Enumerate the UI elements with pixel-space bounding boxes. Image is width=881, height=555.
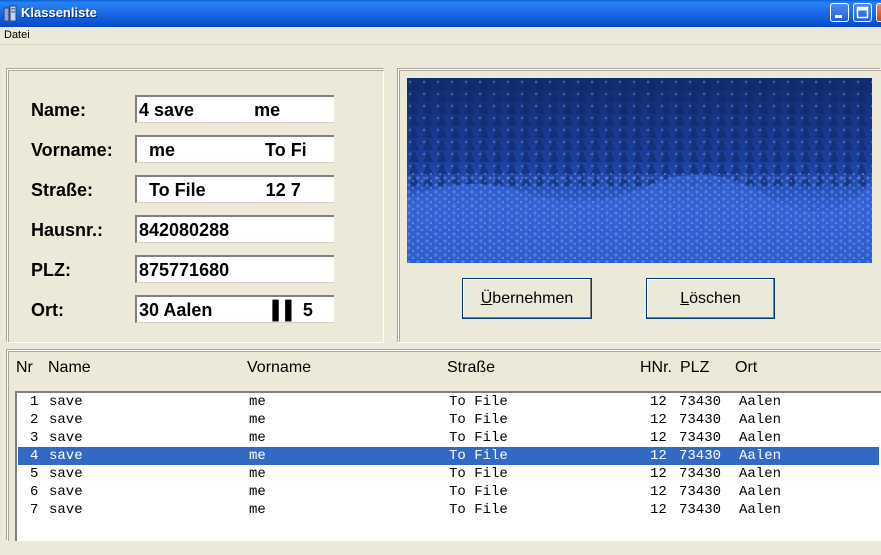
- minimize-button[interactable]: [830, 3, 849, 22]
- cell-nr: 2: [30, 412, 39, 428]
- cell-name: save: [49, 412, 83, 428]
- cell-vorname: me: [249, 430, 266, 446]
- cell-strasse: To File: [449, 394, 508, 410]
- list-item[interactable]: 2 save me To File 12 73430 Aalen: [18, 411, 879, 429]
- cell-plz: 73430: [679, 394, 722, 410]
- cell-vorname: me: [249, 412, 266, 428]
- loeschen-button[interactable]: Löschen: [646, 278, 775, 319]
- list-item[interactable]: 6 save me To File 12 73430 Aalen: [18, 483, 879, 501]
- cell-plz: 73430: [679, 412, 722, 428]
- cell-vorname: me: [249, 466, 266, 482]
- header-name: Name: [48, 359, 91, 376]
- cell-ort: Aalen: [739, 484, 782, 500]
- header-strasse: Straße: [447, 359, 496, 376]
- menu-datei[interactable]: Datei: [4, 29, 30, 41]
- cell-hnr: 12: [650, 430, 667, 446]
- snowy-forest-image: [407, 78, 872, 263]
- student-listbox[interactable]: 1 save me To File 12 73430 Aalen 2 save me To Fil…: [15, 391, 881, 541]
- cell-nr: 5: [30, 466, 39, 482]
- uebernehmen-button[interactable]: Übernehmen: [462, 278, 592, 319]
- cell-strasse: To File: [449, 448, 508, 464]
- header-plz: PLZ: [680, 359, 710, 376]
- cell-vorname: me: [249, 394, 266, 410]
- close-button[interactable]: [876, 3, 881, 22]
- cell-nr: 6: [30, 484, 39, 500]
- cell-plz: 73430: [679, 430, 722, 446]
- name-field[interactable]: 4 save me: [135, 95, 334, 123]
- cell-ort: Aalen: [739, 412, 782, 428]
- cell-hnr: 12: [650, 466, 667, 482]
- cell-name: save: [49, 394, 83, 410]
- ort-field[interactable]: 30 Aalen ▌▌ 5: [135, 295, 334, 323]
- cell-plz: 73430: [679, 466, 722, 482]
- cell-vorname: me: [249, 448, 266, 464]
- plz-field[interactable]: 875771680: [135, 255, 334, 283]
- strasse-label: Straße:: [31, 180, 94, 200]
- strasse-field[interactable]: To File 12 7: [135, 175, 334, 203]
- hausnr-label: Hausnr.:: [31, 220, 104, 240]
- cell-nr: 3: [30, 430, 39, 446]
- hausnr-field[interactable]: 842080288: [135, 215, 334, 243]
- cell-ort: Aalen: [739, 430, 782, 446]
- cell-hnr: 12: [650, 448, 667, 464]
- cell-plz: 73430: [679, 448, 722, 464]
- header-vorname: Vorname: [247, 359, 312, 376]
- maximize-button[interactable]: [853, 3, 872, 22]
- list-item[interactable]: 5 save me To File 12 73430 Aalen: [18, 465, 879, 483]
- cell-hnr: 12: [650, 394, 667, 410]
- menu-bar: Datei: [0, 27, 881, 45]
- cell-nr: 4: [30, 448, 39, 464]
- ort-label: Ort:: [31, 300, 64, 320]
- cell-name: save: [49, 466, 83, 482]
- vorname-label: Vorname:: [31, 140, 113, 160]
- cell-ort: Aalen: [739, 466, 782, 482]
- forest-picture: [407, 78, 872, 263]
- cell-ort: Aalen: [739, 394, 782, 410]
- list-item[interactable]: 7 save me To File 12 73430 Aalen: [18, 501, 879, 519]
- building-icon: [3, 5, 17, 21]
- cell-name: save: [49, 484, 83, 500]
- cell-ort: Aalen: [739, 502, 782, 518]
- cell-vorname: me: [249, 484, 266, 500]
- cell-vorname: me: [249, 502, 266, 518]
- cell-strasse: To File: [449, 466, 508, 482]
- title-bar[interactable]: Klassenliste: [0, 0, 881, 27]
- cell-nr: 7: [30, 502, 39, 518]
- header-ort: Ort: [735, 359, 758, 376]
- window-title: Klassenliste: [21, 5, 97, 20]
- cell-nr: 1: [30, 394, 39, 410]
- list-item[interactable]: 3 save me To File 12 73430 Aalen: [18, 429, 879, 447]
- cell-strasse: To File: [449, 412, 508, 428]
- cell-hnr: 12: [650, 412, 667, 428]
- plz-label: PLZ:: [31, 260, 71, 280]
- cell-ort: Aalen: [739, 448, 782, 464]
- cell-strasse: To File: [449, 430, 508, 446]
- cell-strasse: To File: [449, 502, 508, 518]
- list-item-selected[interactable]: 4 save me To File 12 73430 Aalen: [18, 447, 879, 465]
- cell-name: save: [49, 448, 83, 464]
- cell-hnr: 12: [650, 484, 667, 500]
- cell-plz: 73430: [679, 502, 722, 518]
- minimize-icon: [835, 15, 842, 18]
- cell-name: save: [49, 502, 83, 518]
- cell-plz: 73430: [679, 484, 722, 500]
- cell-hnr: 12: [650, 502, 667, 518]
- cell-name: save: [49, 430, 83, 446]
- header-nr: Nr: [16, 359, 33, 376]
- maximize-icon: [856, 6, 869, 19]
- name-label: Name:: [31, 100, 87, 120]
- cell-strasse: To File: [449, 484, 508, 500]
- header-hnr: HNr.: [640, 359, 672, 376]
- vorname-field[interactable]: me To Fi: [135, 135, 334, 163]
- list-item[interactable]: 1 save me To File 12 73430 Aalen: [18, 393, 879, 411]
